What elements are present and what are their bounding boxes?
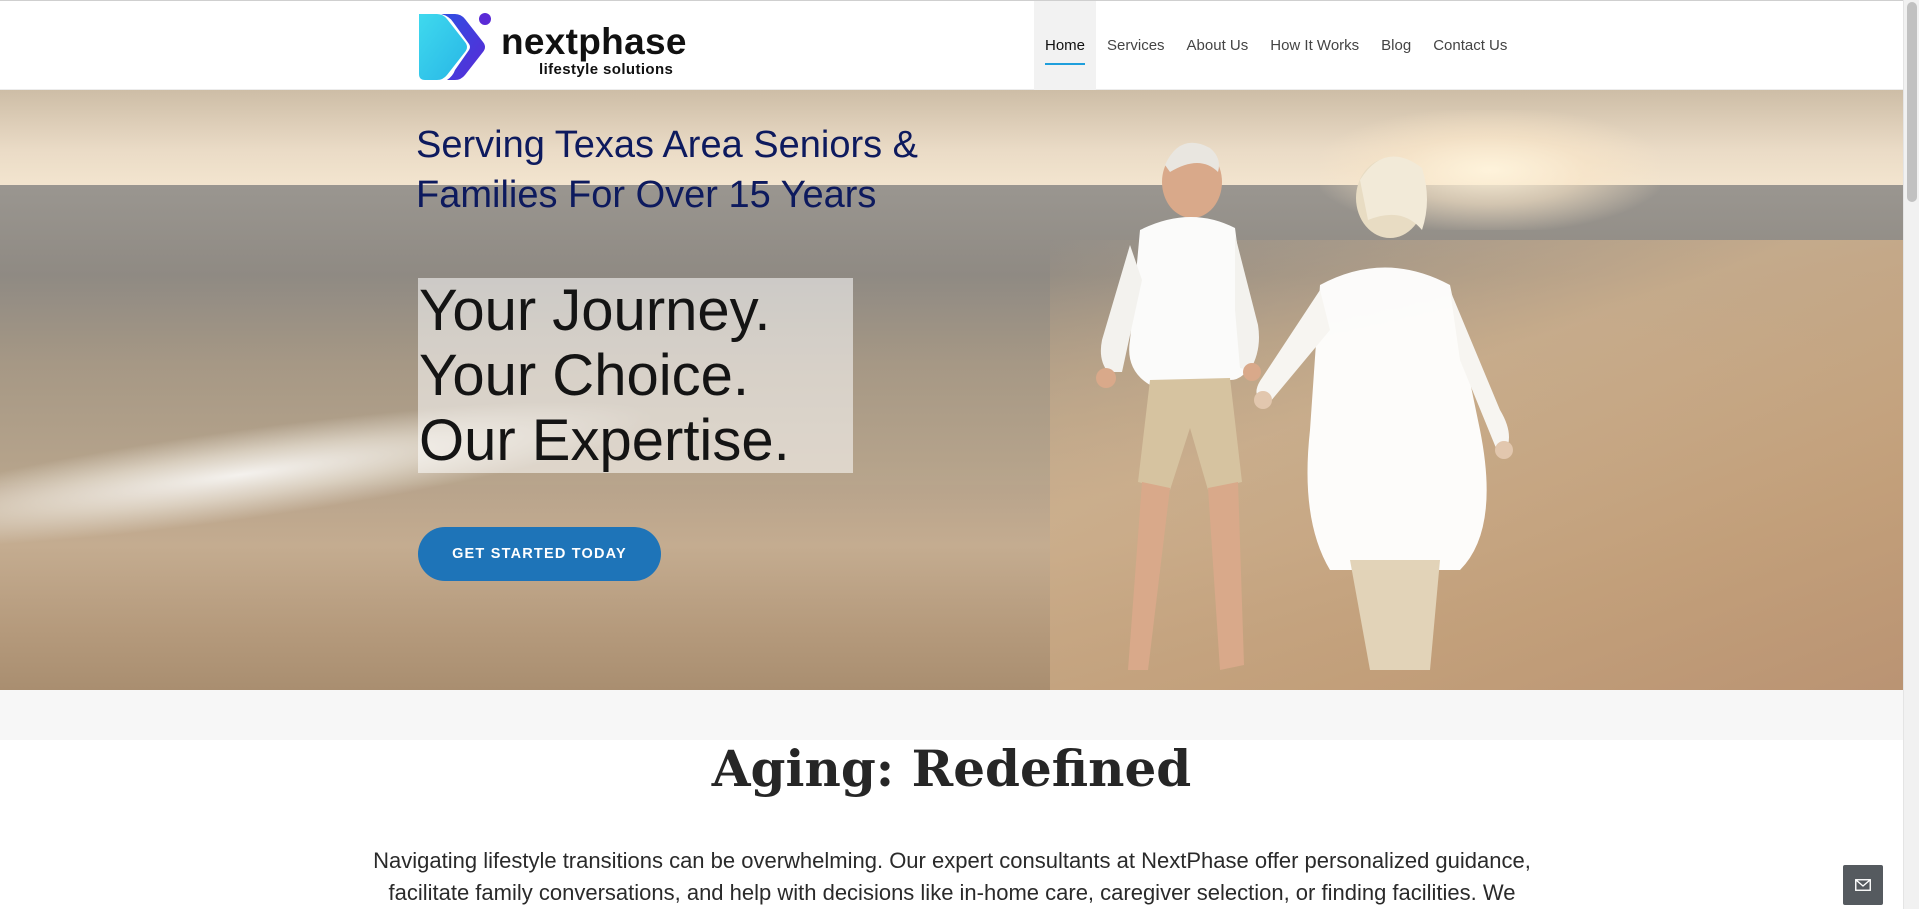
nav-item-services[interactable]: Services — [1096, 1, 1176, 90]
hero-section: Serving Texas Area Seniors & Families Fo… — [0, 90, 1903, 690]
couple-walking-image — [1096, 142, 1513, 670]
mail-icon — [1855, 879, 1871, 891]
nav-item-blog[interactable]: Blog — [1370, 1, 1422, 90]
main-nav: Home Services About Us How It Works Blog… — [1034, 1, 1518, 90]
scrollbar-thumb[interactable] — [1907, 2, 1917, 202]
hero-headline-line: Your Journey. — [419, 278, 771, 343]
logo-mark-icon — [419, 13, 491, 80]
nav-item-contact-us[interactable]: Contact Us — [1422, 1, 1518, 90]
get-started-button[interactable]: GET STARTED TODAY — [418, 527, 661, 581]
nav-item-home[interactable]: Home — [1034, 1, 1097, 90]
logo-tagline: lifestyle solutions — [539, 61, 674, 78]
section-divider — [0, 690, 1903, 740]
hero-headline: Your Journey. Your Choice. Our Expertise… — [419, 278, 790, 473]
contact-float-button[interactable] — [1843, 865, 1883, 905]
intro-text: Navigating lifestyle transitions can be … — [373, 848, 1531, 905]
logo-wordmark: nextphase — [501, 21, 687, 62]
page-scrollbar[interactable] — [1903, 0, 1919, 909]
hero-headline-line: Your Choice. — [419, 343, 749, 408]
nav-item-about-us[interactable]: About Us — [1176, 1, 1260, 90]
hero-kicker: Serving Texas Area Seniors & Families Fo… — [416, 124, 919, 216]
intro-title: Aging: Redefined — [711, 739, 1192, 798]
site-header: nextphase lifestyle solutions Home Servi… — [0, 1, 1903, 90]
nav-item-how-it-works[interactable]: How It Works — [1259, 1, 1370, 90]
hero-headline-line: Our Expertise. — [419, 408, 790, 473]
nextphase-logo[interactable]: nextphase lifestyle solutions — [417, 12, 687, 82]
